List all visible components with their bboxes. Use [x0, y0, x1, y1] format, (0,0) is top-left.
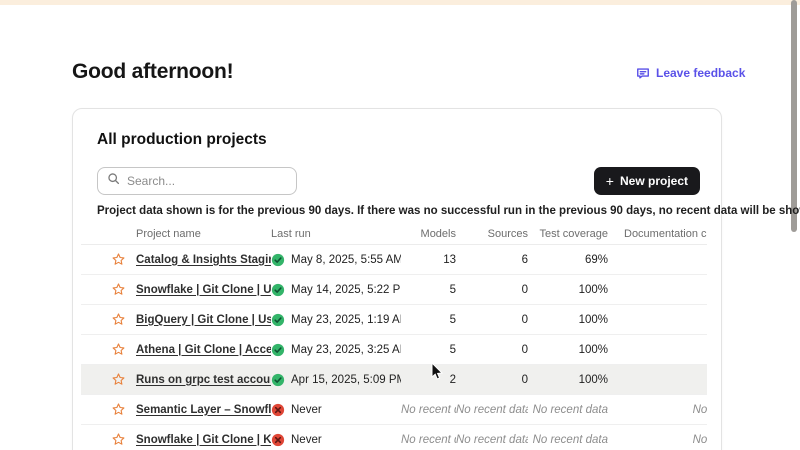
- table-row[interactable]: Catalog & Insights Staging... May 8, 202…: [81, 245, 707, 275]
- search-icon: [107, 172, 120, 190]
- favorite-star-cell[interactable]: [81, 312, 136, 327]
- table-row[interactable]: Snowflake | Git Clone | Use... May 14, 2…: [81, 275, 707, 305]
- favorite-star-cell[interactable]: [81, 342, 136, 357]
- sources-value: 0: [456, 314, 528, 326]
- sources-value: 0: [456, 374, 528, 386]
- models-value: No recent data: [401, 434, 456, 446]
- favorite-star-cell[interactable]: [81, 372, 136, 387]
- last-run-text: Never: [291, 434, 322, 446]
- search-input[interactable]: [127, 174, 287, 188]
- projects-table: Project name Last run Models Sources Tes…: [81, 223, 707, 450]
- models-value: 5: [401, 344, 456, 356]
- project-name-link[interactable]: Semantic Layer – Snowflake: [136, 404, 271, 416]
- plus-icon: +: [606, 174, 614, 188]
- star-icon[interactable]: [111, 372, 126, 387]
- header-test-coverage: Test coverage: [528, 228, 608, 240]
- run-error-icon: [271, 433, 285, 447]
- project-name-link[interactable]: Snowflake | Git Clone | Key...: [136, 434, 271, 446]
- sources-value: 6: [456, 254, 528, 266]
- run-success-icon: [271, 253, 285, 267]
- header-sources: Sources: [456, 228, 528, 240]
- star-icon[interactable]: [111, 342, 126, 357]
- run-error-icon: [271, 403, 285, 417]
- run-success-icon: [271, 373, 285, 387]
- favorite-star-cell[interactable]: [81, 252, 136, 267]
- last-run-text: May 23, 2025, 1:19 AM BST: [291, 314, 401, 326]
- star-icon[interactable]: [111, 402, 126, 417]
- page-title: Good afternoon!: [72, 60, 233, 84]
- header-models: Models: [401, 228, 456, 240]
- top-banner-strip: [0, 0, 800, 5]
- favorite-star-cell[interactable]: [81, 402, 136, 417]
- project-name-link[interactable]: BigQuery | Git Clone | User...: [136, 314, 271, 326]
- test-coverage-value: 100%: [528, 374, 608, 386]
- projects-card: All production projects + New project Pr…: [72, 108, 722, 450]
- models-value: 2: [401, 374, 456, 386]
- last-run-text: May 8, 2025, 5:55 AM BST: [291, 254, 401, 266]
- sources-value: 0: [456, 284, 528, 296]
- star-icon[interactable]: [111, 312, 126, 327]
- last-run-text: May 14, 2025, 5:22 PM BST: [291, 284, 401, 296]
- last-run-text: Apr 15, 2025, 5:09 PM BST: [291, 374, 401, 386]
- feedback-icon: [636, 66, 650, 80]
- new-project-label: New project: [620, 174, 688, 188]
- table-row[interactable]: BigQuery | Git Clone | User... May 23, 2…: [81, 305, 707, 335]
- models-value: 5: [401, 284, 456, 296]
- star-icon[interactable]: [111, 432, 126, 447]
- documentation-coverage-value: No recent data: [608, 434, 707, 446]
- test-coverage-value: 69%: [528, 254, 608, 266]
- models-value: No recent data: [401, 404, 456, 416]
- run-success-icon: [271, 283, 285, 297]
- project-search[interactable]: [97, 167, 297, 195]
- test-coverage-value: No recent data: [528, 404, 608, 416]
- test-coverage-value: 100%: [528, 314, 608, 326]
- table-body: Catalog & Insights Staging... May 8, 202…: [81, 245, 707, 450]
- project-name-link[interactable]: Catalog & Insights Staging...: [136, 254, 271, 266]
- test-coverage-value: 100%: [528, 284, 608, 296]
- test-coverage-value: No recent data: [528, 434, 608, 446]
- header-documentation-coverage: Documentation coverage: [608, 228, 707, 240]
- star-icon[interactable]: [111, 252, 126, 267]
- leave-feedback-link[interactable]: Leave feedback: [636, 66, 745, 80]
- project-name-link[interactable]: Athena | Git Clone | Acces...: [136, 344, 271, 356]
- header-last-run: Last run: [271, 228, 401, 240]
- card-title: All production projects: [97, 131, 267, 149]
- ninety-day-info-text: Project data shown is for the previous 9…: [97, 205, 800, 217]
- sources-value: No recent data: [456, 404, 528, 416]
- documentation-coverage-value: No recent data: [608, 404, 707, 416]
- table-row[interactable]: Snowflake | Git Clone | Key... Never No …: [81, 425, 707, 450]
- sources-value: No recent data: [456, 434, 528, 446]
- last-run-text: May 23, 2025, 3:25 AM BST: [291, 344, 401, 356]
- run-success-icon: [271, 313, 285, 327]
- header-project-name: Project name: [136, 228, 271, 240]
- new-project-button[interactable]: + New project: [594, 167, 700, 195]
- project-name-link[interactable]: Snowflake | Git Clone | Use...: [136, 284, 271, 296]
- run-success-icon: [271, 343, 285, 357]
- sources-value: 0: [456, 344, 528, 356]
- feedback-label: Leave feedback: [656, 66, 745, 80]
- models-value: 5: [401, 314, 456, 326]
- vertical-scrollbar-thumb[interactable]: [791, 0, 797, 232]
- favorite-star-cell[interactable]: [81, 432, 136, 447]
- last-run-text: Never: [291, 404, 322, 416]
- star-icon[interactable]: [111, 282, 126, 297]
- models-value: 13: [401, 254, 456, 266]
- test-coverage-value: 100%: [528, 344, 608, 356]
- table-row[interactable]: Athena | Git Clone | Acces... May 23, 20…: [81, 335, 707, 365]
- table-row[interactable]: Semantic Layer – Snowflake Never No rece…: [81, 395, 707, 425]
- favorite-star-cell[interactable]: [81, 282, 136, 297]
- table-row[interactable]: Runs on grpc test account Apr 15, 2025, …: [81, 365, 707, 395]
- project-name-link[interactable]: Runs on grpc test account: [136, 374, 271, 386]
- table-header-row: Project name Last run Models Sources Tes…: [81, 223, 707, 245]
